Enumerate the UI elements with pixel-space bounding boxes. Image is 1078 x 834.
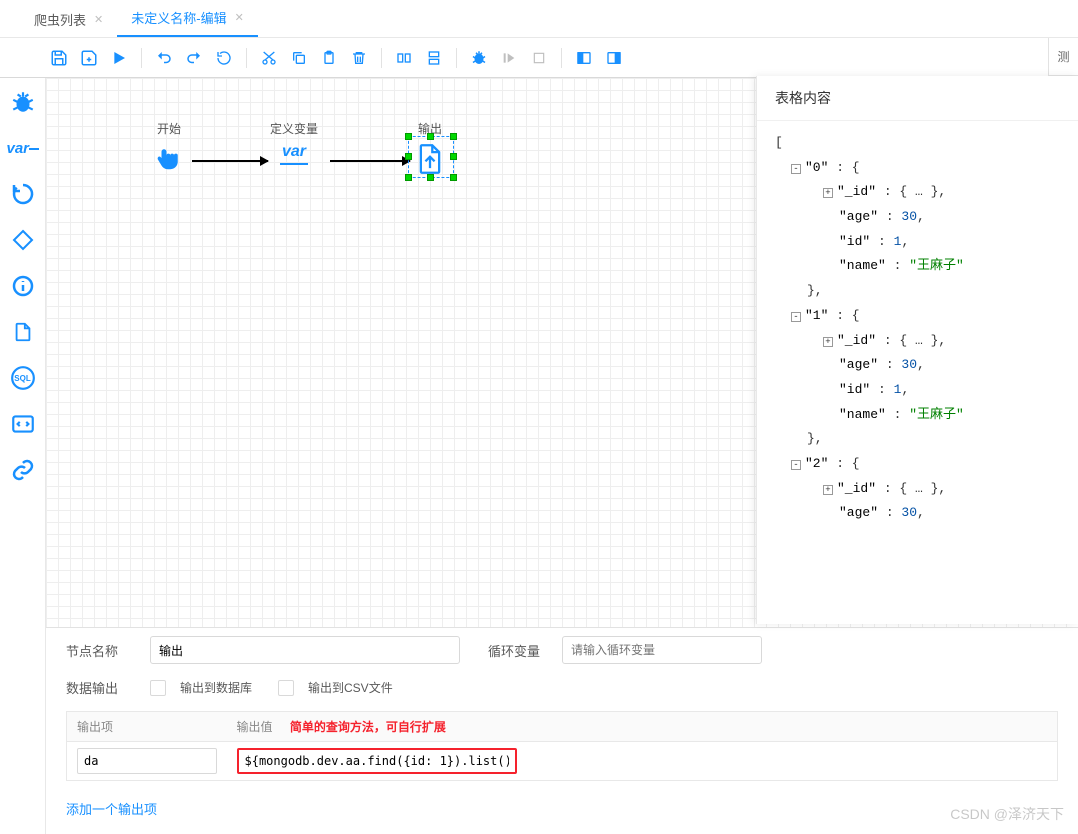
toolbar (0, 38, 1078, 78)
separator (456, 48, 457, 68)
collapse-icon[interactable]: - (791, 312, 801, 322)
redo-icon[interactable] (181, 45, 207, 71)
json-tree[interactable]: [ -"0" : { +"_id" : { … }, "age" : 30, "… (757, 121, 1078, 624)
expand-icon[interactable]: + (823, 337, 833, 347)
separator (561, 48, 562, 68)
col-output-value: 输出值 简单的查询方法，可自行扩展 (227, 712, 1058, 742)
node-start[interactable]: 开始 (152, 120, 186, 176)
tab-crawler-list[interactable]: 爬虫列表 ✕ (20, 0, 117, 37)
table-row (67, 742, 1058, 781)
expand-icon[interactable]: + (823, 485, 833, 495)
arrange-v-icon[interactable] (421, 45, 447, 71)
debug-icon[interactable] (466, 45, 492, 71)
loop-icon[interactable] (7, 178, 39, 210)
bug-icon[interactable] (7, 86, 39, 118)
data-out-label: 数据输出 (66, 678, 136, 697)
add-output-link[interactable]: 添加一个输出项 (66, 795, 1058, 822)
save-as-icon[interactable] (76, 45, 102, 71)
stop-icon[interactable] (526, 45, 552, 71)
cut-icon[interactable] (256, 45, 282, 71)
layout-left-icon[interactable] (571, 45, 597, 71)
properties-panel: 节点名称 循环变量 数据输出 输出到数据库 输出到CSV文件 输出项 (46, 627, 1078, 834)
loop-var-label: 循环变量 (488, 641, 548, 660)
node-name-input[interactable] (150, 636, 460, 664)
col-output-item: 输出项 (67, 712, 227, 742)
tab-label: 未定义名称-编辑 (131, 8, 226, 27)
node-output[interactable]: 输出 (416, 120, 444, 178)
out-csv-checkbox[interactable] (278, 680, 294, 696)
separator (246, 48, 247, 68)
expand-icon[interactable]: + (823, 188, 833, 198)
tab-label: 爬虫列表 (34, 10, 86, 29)
output-table: 输出项 输出值 简单的查询方法，可自行扩展 (66, 711, 1058, 781)
node-label: 定义变量 (270, 120, 318, 137)
watermark: CSDN @泽济天下 (950, 804, 1064, 824)
tab-bar: 爬虫列表 ✕ 未定义名称-编辑 ✕ (0, 0, 1078, 38)
output-value-input[interactable] (237, 748, 517, 774)
link-icon[interactable] (7, 454, 39, 486)
output-item-input[interactable] (77, 748, 217, 774)
collapse-icon[interactable]: - (791, 460, 801, 470)
out-csv-label: 输出到CSV文件 (308, 679, 393, 696)
right-tab-stub[interactable]: 测 (1048, 38, 1078, 76)
var-icon[interactable]: var (7, 132, 39, 164)
out-db-label: 输出到数据库 (180, 679, 252, 696)
arrange-h-icon[interactable] (391, 45, 417, 71)
paste-icon[interactable] (316, 45, 342, 71)
result-panel: 表格内容 [ -"0" : { +"_id" : { … }, "age" : … (756, 76, 1078, 624)
separator (141, 48, 142, 68)
node-label: 开始 (152, 120, 186, 137)
edge[interactable] (192, 160, 268, 162)
annotation-note: 简单的查询方法，可自行扩展 (276, 720, 446, 734)
node-define-var[interactable]: 定义变量 var (270, 120, 318, 165)
resume-icon[interactable] (211, 45, 237, 71)
close-icon[interactable]: ✕ (235, 11, 244, 24)
delete-icon[interactable] (346, 45, 372, 71)
close-icon[interactable]: ✕ (94, 13, 103, 26)
code-icon[interactable] (7, 408, 39, 440)
layout-right-icon[interactable] (601, 45, 627, 71)
copy-icon[interactable] (286, 45, 312, 71)
tab-editor[interactable]: 未定义名称-编辑 ✕ (117, 0, 258, 37)
collapse-icon[interactable]: - (791, 164, 801, 174)
result-title: 表格内容 (757, 76, 1078, 121)
var-icon: var (280, 143, 308, 165)
node-palette: var SQL (0, 78, 46, 834)
loop-var-input[interactable] (562, 636, 762, 664)
node-name-label: 节点名称 (66, 641, 136, 660)
step-icon[interactable] (496, 45, 522, 71)
out-db-checkbox[interactable] (150, 680, 166, 696)
edge[interactable] (330, 160, 410, 162)
play-icon[interactable] (106, 45, 132, 71)
hand-icon (152, 143, 186, 173)
undo-icon[interactable] (151, 45, 177, 71)
sql-icon[interactable]: SQL (7, 362, 39, 394)
save-icon[interactable] (46, 45, 72, 71)
separator (381, 48, 382, 68)
info-icon[interactable] (7, 270, 39, 302)
condition-icon[interactable] (7, 224, 39, 256)
file-icon[interactable] (7, 316, 39, 348)
